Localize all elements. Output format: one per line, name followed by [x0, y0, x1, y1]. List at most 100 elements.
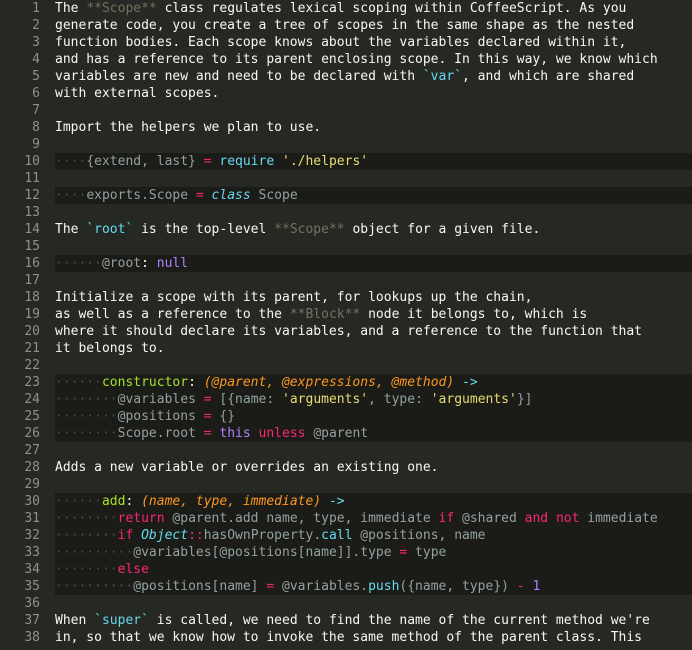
- editor-line[interactable]: 26 ········Scope.root = this unless @pare…: [0, 425, 692, 442]
- line-content[interactable]: with external scopes.: [55, 85, 692, 102]
- editor-line[interactable]: 18 Initialize a scope with its parent, fo…: [0, 289, 692, 306]
- code-token: =: [188, 188, 212, 203]
- editor-line[interactable]: 36: [0, 595, 692, 612]
- code-token: Scope.root: [117, 426, 196, 441]
- whitespace-marker: ········: [55, 562, 118, 577]
- editor-line[interactable]: 34 ········else: [0, 561, 692, 578]
- line-content[interactable]: ······@root: null: [55, 255, 692, 272]
- line-content[interactable]: ········@positions = {}: [55, 408, 692, 425]
- editor-line[interactable]: 35 ··········@positions[name] = @variable…: [0, 578, 692, 595]
- code-token: unless: [250, 426, 314, 441]
- editor-line[interactable]: 8 Import the helpers we plan to use.: [0, 119, 692, 136]
- code-token: with external scopes.: [55, 86, 220, 101]
- editor-line[interactable]: 29: [0, 476, 692, 493]
- line-content[interactable]: generate code, you create a tree of scop…: [55, 17, 692, 34]
- line-content[interactable]: ········Scope.root = this unless @parent: [55, 425, 692, 442]
- editor-line[interactable]: 25 ········@positions = {}: [0, 408, 692, 425]
- line-content[interactable]: [55, 170, 692, 187]
- line-content[interactable]: ··········@variables[@positions[name]].t…: [55, 544, 692, 561]
- line-content[interactable]: ······constructor: (@parent, @expression…: [55, 374, 692, 391]
- line-content[interactable]: [55, 238, 692, 255]
- line-content[interactable]: ··········@positions[name] = @variables.…: [55, 578, 692, 595]
- line-number: 6: [32, 86, 40, 101]
- line-content[interactable]: [55, 442, 692, 459]
- line-content[interactable]: and has a reference to its parent enclos…: [55, 51, 692, 68]
- editor-line[interactable]: 30 ······add: (name, type, immediate) ->: [0, 493, 692, 510]
- line-content[interactable]: as well as a reference to the **Block** …: [55, 306, 692, 323]
- editor-line[interactable]: 1 The **Scope** class regulates lexical s…: [0, 0, 692, 17]
- editor-line[interactable]: 20 where it should declare its variables,…: [0, 323, 692, 340]
- line-content[interactable]: [55, 476, 692, 493]
- line-content[interactable]: Adds a new variable or overrides an exis…: [55, 459, 692, 476]
- editor-line[interactable]: 3 function bodies. Each scope knows about…: [0, 34, 692, 51]
- editor-line[interactable]: 14 The `root` is the top-level **Scope** …: [0, 221, 692, 238]
- line-content[interactable]: function bodies. Each scope knows about …: [55, 34, 692, 51]
- line-number: 5: [32, 69, 40, 84]
- code-token: (@parent, @expressions, @method): [203, 375, 455, 390]
- editor-line[interactable]: 11: [0, 170, 692, 187]
- editor-line[interactable]: 19 as well as a reference to the **Block*…: [0, 306, 692, 323]
- line-content[interactable]: variables are new and need to be declare…: [55, 68, 692, 85]
- editor-line[interactable]: 27: [0, 442, 692, 459]
- line-content[interactable]: The **Scope** class regulates lexical sc…: [55, 0, 692, 17]
- line-content[interactable]: Import the helpers we plan to use.: [55, 119, 692, 136]
- line-content[interactable]: [55, 595, 692, 612]
- editor-line[interactable]: 4 and has a reference to its parent enclo…: [0, 51, 692, 68]
- line-content[interactable]: ····{extend, last} = require './helpers': [55, 153, 692, 170]
- line-content[interactable]: where it should declare its variables, a…: [55, 323, 692, 340]
- line-content[interactable]: ········@variables = [{name: 'arguments'…: [55, 391, 692, 408]
- line-content[interactable]: [55, 136, 692, 153]
- line-content[interactable]: [55, 357, 692, 374]
- code-token: :: [141, 256, 157, 271]
- code-token: 1: [532, 579, 541, 594]
- line-content[interactable]: When `super` is called, we need to find …: [55, 612, 692, 629]
- editor-line[interactable]: 12 ····exports.Scope = class Scope: [0, 187, 692, 204]
- editor-line[interactable]: 23 ······constructor: (@parent, @expressi…: [0, 374, 692, 391]
- code-token: class regulates lexical scoping within C…: [156, 1, 627, 16]
- editor-line[interactable]: 13: [0, 204, 692, 221]
- editor-line[interactable]: 15: [0, 238, 692, 255]
- line-content[interactable]: ······add: (name, type, immediate) ->: [55, 493, 692, 510]
- editor-line[interactable]: 21 it belongs to.: [0, 340, 692, 357]
- editor-line[interactable]: 38 in, so that we know how to invoke the …: [0, 629, 692, 646]
- code-token: add: [101, 494, 126, 509]
- editor-line[interactable]: 10 ····{extend, last} = require './helper…: [0, 153, 692, 170]
- code-token: **Scope**: [274, 222, 345, 237]
- editor-line[interactable]: 17: [0, 272, 692, 289]
- editor-line[interactable]: 31 ········return @parent.add name, type,…: [0, 510, 692, 527]
- editor-line[interactable]: 24 ········@variables = [{name: 'argument…: [0, 391, 692, 408]
- line-content[interactable]: ····exports.Scope = class Scope: [55, 187, 692, 204]
- editor-line[interactable]: 33 ··········@variables[@positions[name]]…: [0, 544, 692, 561]
- line-content[interactable]: ········return @parent.add name, type, i…: [55, 510, 692, 527]
- line-content[interactable]: it belongs to.: [55, 340, 692, 357]
- line-number: 35: [24, 579, 40, 594]
- code-token: immediate: [579, 511, 658, 526]
- line-content[interactable]: The `root` is the top-level **Scope** ob…: [55, 221, 692, 238]
- editor-line[interactable]: 7: [0, 102, 692, 119]
- editor-line[interactable]: 2 generate code, you create a tree of sco…: [0, 17, 692, 34]
- line-number: 12: [24, 188, 40, 203]
- line-number: 22: [24, 358, 40, 373]
- line-content[interactable]: ········else: [55, 561, 692, 578]
- line-content[interactable]: [55, 204, 692, 221]
- editor-line[interactable]: 37 When `super` is called, we need to fin…: [0, 612, 692, 629]
- code-token: [{name:: [219, 392, 283, 407]
- code-token: constructor: [101, 375, 189, 390]
- editor-line[interactable]: 6 with external scopes.: [0, 85, 692, 102]
- code-editor[interactable]: 1 The **Scope** class regulates lexical s…: [0, 0, 692, 650]
- code-token: :: [188, 375, 204, 390]
- editor-line[interactable]: 5 variables are new and need to be declar…: [0, 68, 692, 85]
- editor-line[interactable]: 16 ······@root: null: [0, 255, 692, 272]
- line-content[interactable]: Initialize a scope with its parent, for …: [55, 289, 692, 306]
- line-content[interactable]: in, so that we know how to invoke the sa…: [55, 629, 692, 646]
- line-content[interactable]: [55, 102, 692, 119]
- editor-line[interactable]: 32 ········if Object::hasOwnProperty.call…: [0, 527, 692, 544]
- line-content[interactable]: ········if Object::hasOwnProperty.call @…: [55, 527, 692, 544]
- code-token: this: [219, 426, 251, 441]
- editor-line[interactable]: 22: [0, 357, 692, 374]
- editor-line[interactable]: 9: [0, 136, 692, 153]
- line-content[interactable]: [55, 272, 692, 289]
- editor-line[interactable]: 28 Adds a new variable or overrides an ex…: [0, 459, 692, 476]
